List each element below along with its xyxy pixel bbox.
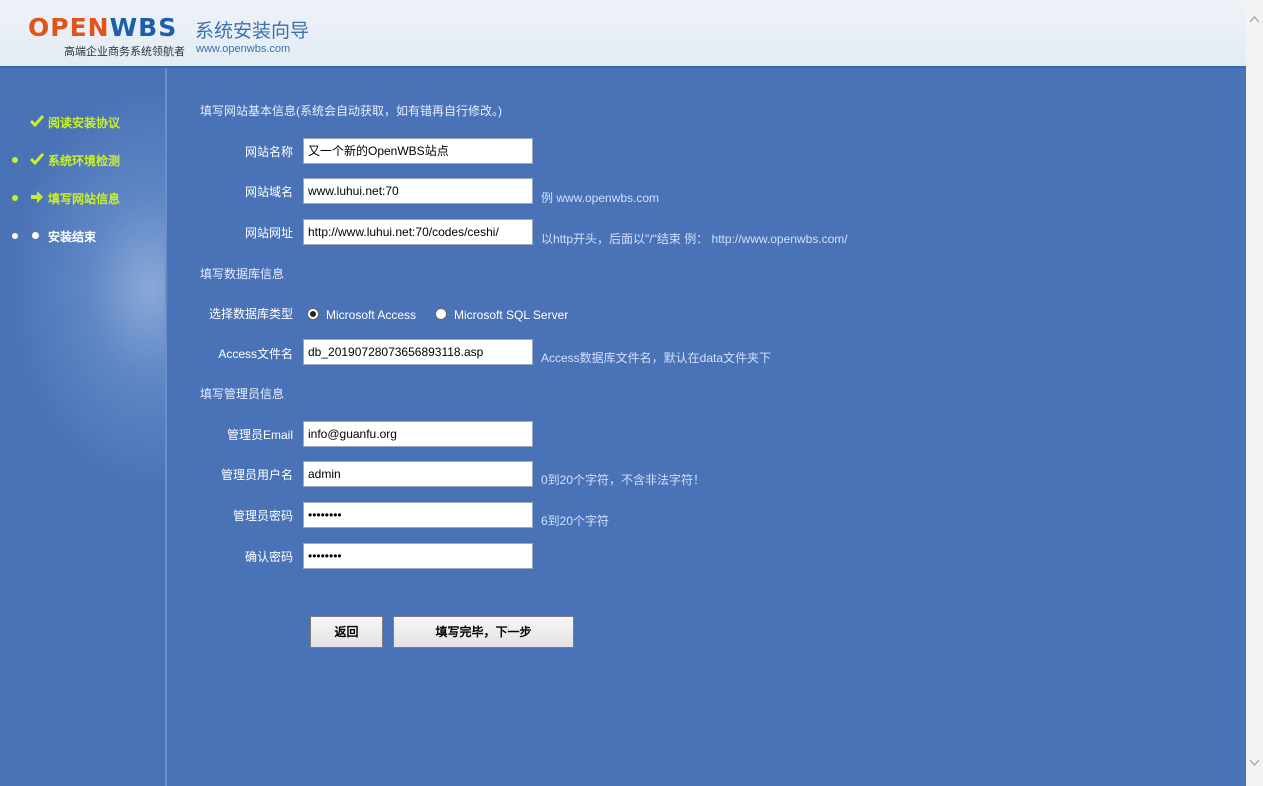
db-type-access-label[interactable]: Microsoft Access (326, 308, 416, 322)
admin-username-input[interactable]: admin (303, 461, 533, 487)
confirm-password-input[interactable]: •••••••• (303, 543, 533, 569)
step-read-agreement: 阅读安装协议 (0, 112, 160, 132)
vertical-scrollbar[interactable] (1246, 0, 1263, 786)
admin-password-label: 管理员密码 (232, 509, 293, 523)
db-type-access-radio[interactable] (307, 308, 319, 320)
site-name-input[interactable]: 又一个新的OpenWBS站点 (303, 138, 533, 164)
back-button[interactable]: 返回 (310, 616, 383, 648)
admin-email-label: 管理员Email (226, 428, 293, 442)
admin-password-hint: 6到20个字符 (541, 514, 610, 528)
access-file-input[interactable]: db_20190728073656893118.asp (303, 339, 533, 365)
access-file-hint: Access数据库文件名，默认在data文件夹下 (541, 351, 772, 365)
db-type-label: 选择数据库类型 (208, 307, 293, 321)
page-header: OPENWBS 高端企业商务系统领航者 系统安装向导 www.openwbs.c… (0, 0, 1246, 68)
logo-slogan: 高端企业商务系统领航者 (64, 46, 185, 58)
admin-email-input[interactable]: info@guanfu.org (303, 421, 533, 447)
access-file-label: Access文件名 (218, 347, 293, 361)
site-url-hint: 以http开头，后面以"/"结束 例： http://www.openwbs.c… (541, 232, 848, 246)
admin-info-title: 填写管理员信息 (200, 387, 285, 401)
openwbs-logo: OPENWBS (28, 13, 178, 42)
confirm-password-label: 确认密码 (244, 550, 293, 564)
logo-text-wbs: WBS (109, 13, 178, 42)
db-info-title: 填写数据库信息 (200, 267, 285, 281)
page-title: 系统安装向导 (195, 21, 310, 42)
site-name-label: 网站名称 (244, 145, 293, 159)
step-label: 阅读安装协议 (48, 116, 121, 130)
chevron-up-icon[interactable] (1246, 12, 1263, 29)
db-type-sqlserver-radio[interactable] (435, 308, 447, 320)
admin-username-label: 管理员用户名 (220, 468, 293, 482)
admin-username-hint: 0到20个字符，不含非法字符！ (541, 473, 706, 487)
site-domain-input[interactable]: www.luhui.net:70 (303, 178, 533, 204)
chevron-down-icon[interactable] (1246, 756, 1263, 773)
site-url-input[interactable]: http://www.luhui.net:70/codes/ceshi/ (303, 219, 533, 245)
check-icon (30, 115, 44, 128)
header-url: www.openwbs.com (196, 43, 291, 55)
site-domain-label: 网站域名 (244, 185, 293, 199)
next-step-button[interactable]: 填写完毕，下一步 (393, 616, 574, 648)
db-type-sqlserver-label[interactable]: Microsoft SQL Server (454, 308, 568, 322)
site-domain-hint: 例 www.openwbs.com (541, 191, 660, 205)
logo-text-open: OPEN (28, 13, 110, 42)
site-info-title: 填写网站基本信息(系统会自动获取，如有错再自行修改。) (200, 104, 502, 118)
site-url-label: 网站网址 (244, 226, 293, 240)
admin-password-input[interactable]: •••••••• (303, 502, 533, 528)
